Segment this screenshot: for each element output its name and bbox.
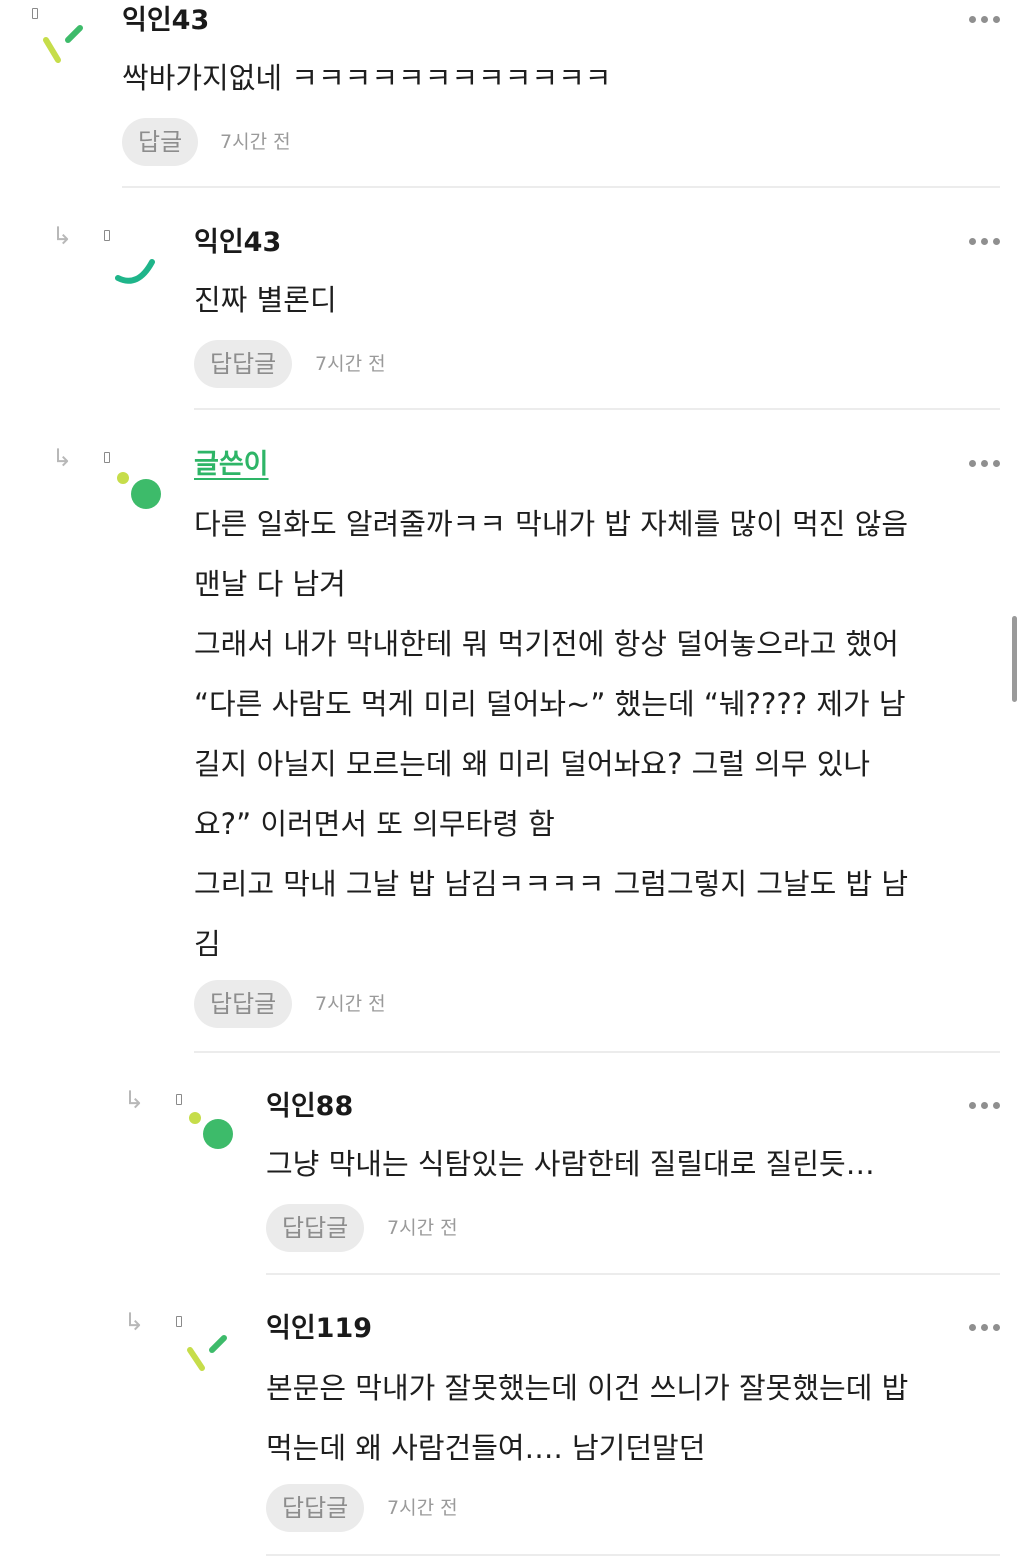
badge-icon [176, 1316, 182, 1327]
reply-arrow-icon: ↳ [124, 1308, 145, 1336]
badge-icon [32, 8, 38, 19]
divider [266, 1273, 1000, 1275]
reply-button[interactable]: 답답글 [194, 340, 293, 388]
more-options-icon[interactable] [969, 1324, 1000, 1331]
comment-author[interactable]: 익인88 [266, 1090, 353, 1124]
comment-time: 7시간 전 [387, 1217, 458, 1239]
more-options-icon[interactable] [969, 460, 1000, 467]
comment-line: 다른 일화도 알려줄까ㅋㅋ 막내가 밥 자체를 많이 먹진 않음 [194, 507, 909, 541]
comment-line: 요?” 이러면서 또 의무타령 함 [194, 807, 555, 841]
comment-author[interactable]: 익인43 [122, 4, 209, 38]
comment-text: 진짜 별론디 [194, 283, 337, 317]
divider [194, 1051, 1000, 1053]
reply-button[interactable]: 답답글 [194, 980, 293, 1028]
divider [266, 1554, 1000, 1556]
badge-icon [104, 230, 110, 241]
reply-arrow-icon: ↳ [52, 444, 73, 472]
reply-arrow-icon: ↳ [52, 222, 73, 250]
more-options-icon[interactable] [969, 1102, 1000, 1109]
comment-line: 길지 아닐지 모르는데 왜 미리 덜어놔요? 그럴 의무 있나 [194, 747, 871, 781]
reply-button[interactable]: 답답글 [266, 1204, 365, 1252]
avatar [187, 1335, 227, 1371]
comment-time: 7시간 전 [220, 131, 291, 153]
comment-text: 그냥 막내는 식탐있는 사람한테 질릴대로 질린듯… [266, 1147, 875, 1181]
comment-line: 먹는데 왜 사람건들여…. 남기던말던 [266, 1431, 706, 1465]
comment-line: 맨날 다 남겨 [194, 567, 346, 601]
more-options-icon[interactable] [969, 16, 1000, 23]
badge-icon [176, 1094, 182, 1105]
divider [122, 186, 1000, 188]
comment-line: 그래서 내가 막내한테 뭐 먹기전에 항상 덜어놓으라고 했어 [194, 627, 899, 661]
comment-line: 본문은 막내가 잘못했는데 이건 쓰니가 잘못했는데 밥 [266, 1371, 909, 1405]
avatar [43, 25, 83, 63]
comment-author-op[interactable]: 글쓴이 [194, 448, 269, 482]
comment-line: 김 [194, 927, 221, 961]
comment-time: 7시간 전 [315, 993, 386, 1015]
avatar [189, 1112, 233, 1149]
reply-button[interactable]: 답글 [122, 118, 199, 166]
reply-button[interactable]: 답답글 [266, 1484, 365, 1532]
badge-icon [104, 452, 110, 463]
comment-author[interactable]: 익인43 [194, 226, 281, 260]
comment-line: “다른 사람도 먹게 미리 덜어놔~” 했는데 “눼???? 제가 남 [194, 687, 906, 721]
avatar [115, 259, 155, 284]
comment-text: 본문은 막내가 잘못했는데 이건 쓰니가 잘못했는데 밥 먹는데 왜 사람건들여… [266, 1358, 988, 1478]
comment-text: 다른 일화도 알려줄까ㅋㅋ 막내가 밥 자체를 많이 먹진 않음 맨날 다 남겨… [194, 494, 988, 974]
reply-arrow-icon: ↳ [124, 1086, 145, 1114]
divider [194, 408, 1000, 410]
comment-text: 싹바가지없네 ㅋㅋㅋㅋㅋㅋㅋㅋㅋㅋㅋㅋ [122, 61, 612, 95]
comment-line: 그리고 막내 그날 밥 남김ㅋㅋㅋㅋ 그럼그렇지 그날도 밥 남 [194, 867, 909, 901]
avatar [117, 472, 161, 509]
comment-time: 7시간 전 [387, 1497, 458, 1519]
comment-author[interactable]: 익인119 [266, 1312, 372, 1346]
scrollbar[interactable] [1012, 616, 1017, 702]
more-options-icon[interactable] [969, 238, 1000, 245]
comment-time: 7시간 전 [315, 353, 386, 375]
